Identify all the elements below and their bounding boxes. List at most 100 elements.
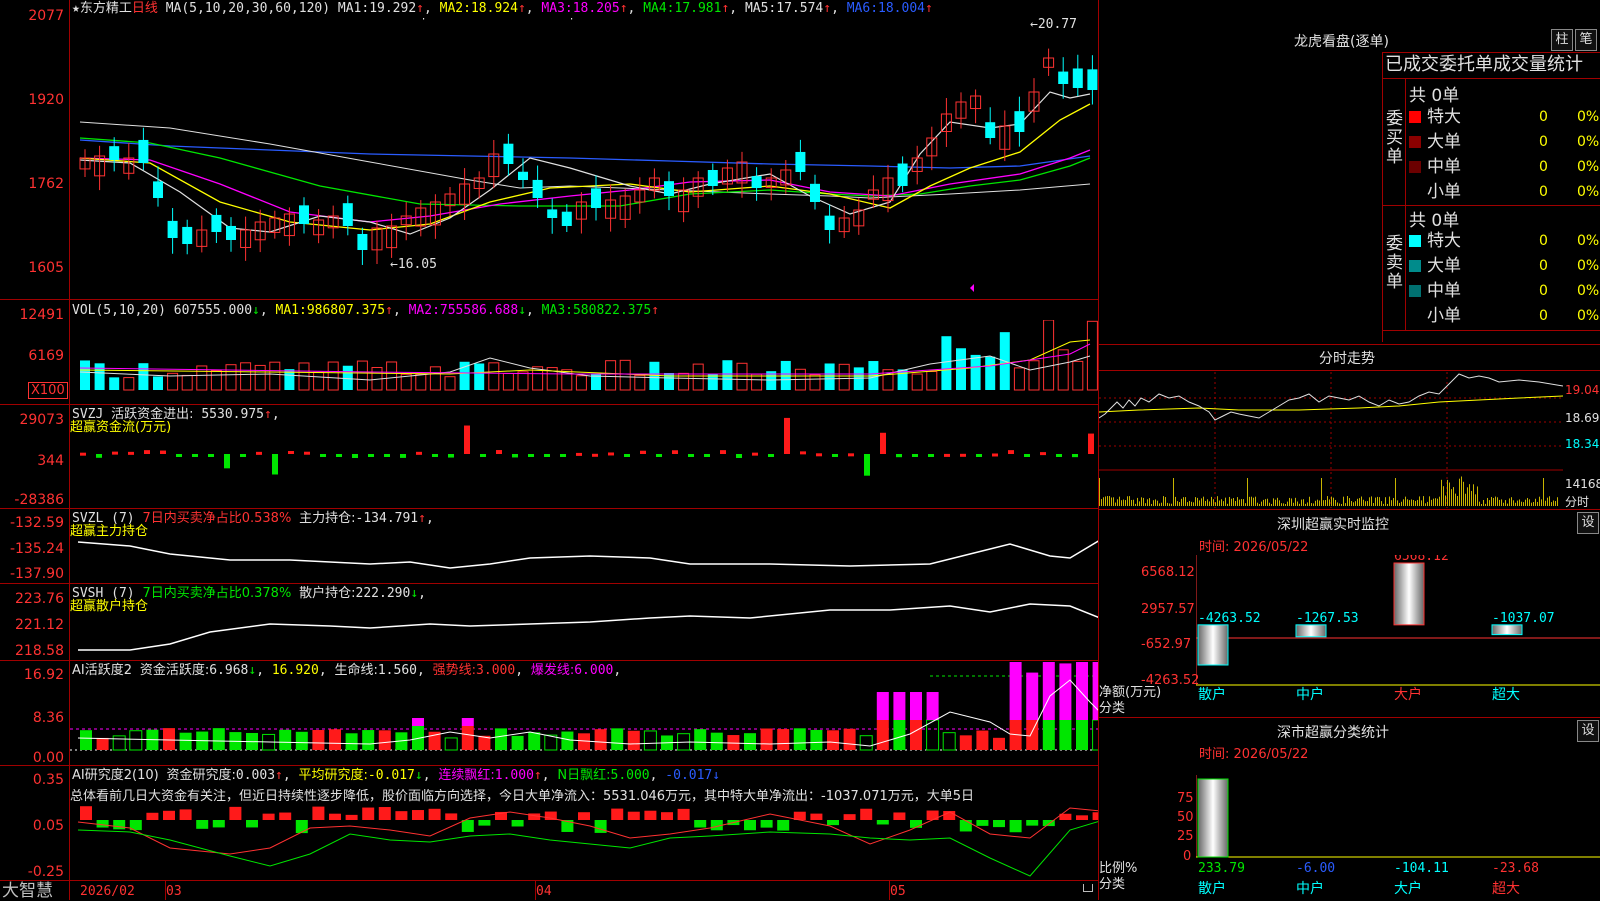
ai2-bar — [362, 807, 375, 820]
svzj-bar — [304, 451, 310, 455]
low-marker-label: ←16.05 — [390, 257, 437, 272]
stats2-y-tick: 25 — [1177, 829, 1194, 844]
cursor-mark-icon: + — [420, 18, 427, 23]
intraday-volume-bar — [1403, 499, 1404, 506]
vol-ma3-line — [79, 343, 1091, 375]
svzj-bar — [832, 454, 838, 457]
candle-body — [707, 169, 718, 186]
intraday-volume-bar — [1123, 499, 1124, 506]
intraday-volume-bar — [1339, 503, 1340, 506]
monitor-settings-button[interactable]: 设 — [1577, 512, 1599, 534]
svzj-bar — [656, 454, 662, 457]
intraday-volume-bar — [1125, 500, 1126, 506]
main-y-tick: 1605 — [28, 260, 64, 276]
svzj-bar — [768, 454, 774, 457]
intraday-volume-bar — [1219, 500, 1220, 506]
monitor-title: 深圳超赢实时监控 — [1277, 517, 1389, 533]
intraday-volume-bar — [1143, 497, 1144, 506]
intraday-volume-bar — [1385, 497, 1386, 506]
monitor-y-tick: -652.97 — [1141, 637, 1192, 652]
intraday-volume-bar — [1315, 500, 1316, 506]
chart-area[interactable]: ★东方精工日线 MA(5,10,20,30,60,120) MA1:19.292… — [0, 0, 1099, 900]
intraday-volume-bar — [1317, 499, 1318, 506]
volume-bar — [692, 363, 704, 391]
intraday-volume-bar — [1479, 501, 1480, 506]
monitor-y-tick: 2957.57 — [1141, 602, 1195, 617]
sell-row-percent: 0% — [1577, 233, 1600, 249]
stats2-bar — [1197, 778, 1229, 858]
volume-bar — [109, 377, 120, 390]
color-swatch-icon — [1409, 285, 1421, 297]
intraday-volume-bar — [1147, 499, 1148, 506]
brand-label[interactable]: 大智慧 — [2, 882, 53, 900]
ai1-bar — [710, 732, 723, 750]
intraday-volume-bar — [1415, 500, 1416, 506]
volume-bar — [517, 371, 529, 391]
ai2-bar — [661, 812, 673, 820]
ma2-value: 18.924 — [470, 1, 518, 16]
svzj-bar — [432, 454, 438, 457]
svzj-chart — [80, 417, 1094, 476]
stats2-value-label: -104.11 — [1394, 861, 1449, 876]
ai2-bar — [760, 820, 773, 828]
intraday-volume-bar — [1411, 499, 1412, 506]
vol-ma3-value: 580822.375 — [572, 303, 652, 318]
svzj-bar — [864, 454, 870, 476]
svzj-bar — [992, 453, 998, 457]
volume-bar — [138, 363, 149, 390]
monitor-bar — [1197, 624, 1229, 666]
ai1-peak-bar — [412, 718, 424, 726]
tick-view-button[interactable]: 笔 — [1575, 29, 1597, 51]
intraday-volume-bar — [1265, 499, 1266, 506]
ai1-bar — [694, 729, 707, 750]
intraday-volume-bar — [1109, 496, 1110, 506]
favorite-star-icon[interactable]: ★ — [72, 1, 80, 16]
lock-icon[interactable] — [1083, 884, 1093, 892]
stats2-settings-button[interactable]: 设 — [1577, 720, 1599, 742]
color-swatch-icon — [1409, 161, 1421, 173]
ai1-bar — [345, 733, 358, 750]
ai2-bar — [876, 820, 889, 825]
intraday-volume-bar — [1503, 502, 1504, 506]
cursor-mark-icon: + — [568, 18, 575, 23]
intraday-volume-bar — [1285, 503, 1286, 506]
intraday-volume-bar — [1493, 497, 1494, 506]
intraday-volume-bar — [1329, 499, 1330, 506]
intraday-volume-bar — [1395, 478, 1396, 506]
volume-bar — [488, 362, 500, 391]
intraday-volume-bar — [1369, 497, 1370, 506]
ai1-bar — [112, 735, 126, 751]
intraday-volume-bar — [1555, 501, 1556, 506]
monitor-bar-label: -1037.07 — [1492, 611, 1555, 626]
column-view-button[interactable]: 柱 — [1551, 29, 1573, 51]
ai2-bar — [1076, 815, 1088, 820]
ai1-peak-bar — [1026, 672, 1039, 720]
intraday-volume-bar — [1181, 498, 1182, 506]
intraday-volume-bar — [1509, 498, 1510, 506]
ai1-bar — [80, 730, 92, 750]
svzj-bar — [688, 454, 694, 457]
ai2-bars — [80, 806, 1098, 834]
sell-row-count: 0 — [1539, 233, 1548, 249]
ai2-extra-arrow-icon: ↓ — [712, 768, 721, 783]
intraday-title: 分时走势 — [1319, 351, 1375, 367]
sell-row-name: 中单 — [1427, 281, 1461, 301]
volume-bar — [941, 336, 952, 390]
intraday-volume-bar — [1267, 498, 1268, 506]
intraday-volume-bar — [1337, 502, 1338, 506]
intraday-volume-bar — [1343, 496, 1344, 506]
intraday-volume-bar — [1113, 497, 1114, 506]
volume-bar — [80, 360, 90, 390]
intraday-volume-bar — [1475, 494, 1476, 506]
intraday-volume-bar — [1261, 501, 1262, 506]
ai2-n-value: 5.000 — [610, 768, 650, 783]
kline-chart[interactable]: ←20.77 ←16.05 + + — [70, 18, 1098, 298]
ai2-bar — [627, 811, 640, 820]
ai2-bar — [910, 820, 922, 828]
vol-y-tick: 6169 — [28, 348, 64, 364]
period-label[interactable]: 日线 — [132, 1, 158, 16]
intraday-chart[interactable] — [1099, 372, 1563, 508]
volume-bar — [985, 356, 996, 390]
ai1-bar — [810, 729, 823, 750]
intraday-volume-bar — [1455, 493, 1456, 506]
